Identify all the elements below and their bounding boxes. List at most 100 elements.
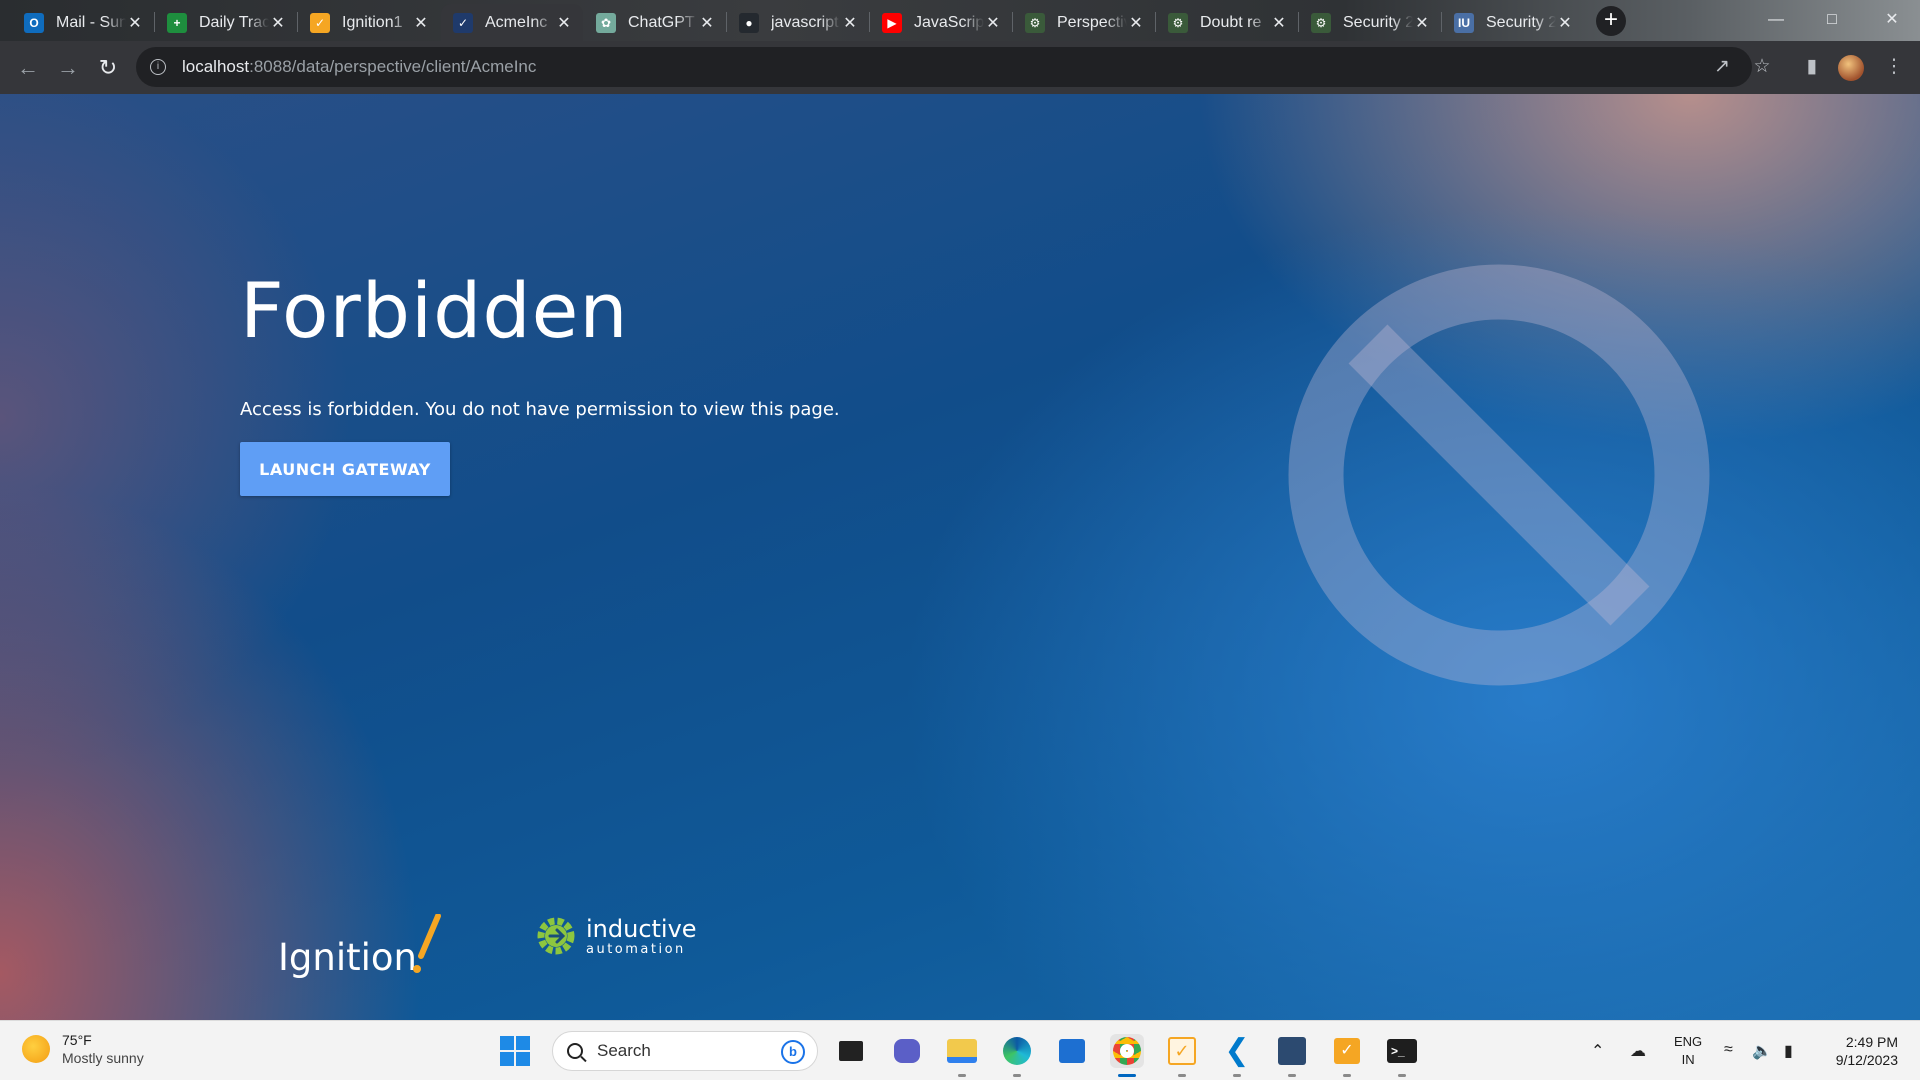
outlook-icon: O [24,12,44,33]
url-path: :8088/data/perspective/client/AcmeInc [249,57,537,76]
browser-tab[interactable]: ▶ JavaScript ✕ [870,4,1012,41]
weather-condition: Mostly sunny [62,1050,144,1066]
tab-title: Perspective [1057,13,1127,31]
file-explorer-icon[interactable] [945,1034,979,1077]
share-icon[interactable]: ↗ [1708,53,1736,81]
tab-title: Security 2 [1486,13,1556,31]
weather-sun-icon [22,1035,50,1063]
task-view-icon[interactable] [834,1034,868,1068]
browser-tab[interactable]: IU Security 2 ✕ [1442,4,1584,41]
ignition-designer-icon[interactable]: ✓ [1165,1034,1199,1077]
tab-close-icon[interactable]: ✕ [1556,13,1574,33]
automation-text: automation [586,941,686,957]
ignition-icon: ✓ [310,12,330,33]
chatgpt-icon: ✿ [596,12,616,33]
browser-tab[interactable]: ⚙ Doubt re ✕ [1156,4,1298,41]
tab-strip: OMail - Sun✕+Daily Tracker✕✓Ignition1✕✓A… [0,0,1920,41]
tab-title: ChatGPT [628,13,695,31]
tab-close-icon[interactable]: ✕ [412,13,430,33]
browser-tab[interactable]: ⚙ Perspective✕ [1013,4,1155,41]
url-host: localhost [182,57,250,76]
search-placeholder: Search [597,1041,651,1060]
side-panel-icon[interactable]: ▮ [1798,53,1826,81]
tab-title: javascript [771,13,839,31]
forward-button[interactable]: → [52,52,84,84]
search-icon [567,1043,583,1059]
bing-icon[interactable]: b [781,1040,805,1064]
teams-chat-icon[interactable] [890,1034,924,1068]
iu-icon: IU [1454,12,1474,33]
tab-close-icon[interactable]: ✕ [1127,13,1145,33]
tab-title: AcmeInc [485,13,548,31]
tab-title: JavaScript [914,13,984,31]
reload-button[interactable]: ↻ [92,52,124,84]
weather-temp: 75°F [62,1032,92,1048]
tab-close-icon[interactable]: ✕ [126,13,144,33]
perspective-icon: ✓ [453,12,473,33]
terminal-icon[interactable]: >_ [1385,1034,1419,1077]
tab-title: Daily Tracker [199,13,269,31]
profile-avatar[interactable] [1838,55,1864,81]
browser-toolbar: ← → ↻ i localhost:8088/data/perspective/… [0,41,1920,94]
taskbar-search[interactable]: Search b [552,1031,818,1071]
clock-date: 9/12/2023 [1835,1052,1898,1068]
ignition-logo: Ignition [278,913,448,991]
minimize-button[interactable]: — [1756,6,1796,34]
perspective-workstation-icon[interactable] [1275,1034,1309,1077]
tab-title: Ignition1 [342,13,403,31]
ignition-launcher-icon[interactable]: ✓ [1330,1034,1364,1077]
page-title: Forbidden [240,266,629,355]
tab-close-icon[interactable]: ✕ [841,13,859,33]
browser-tab[interactable]: ✿ ChatGPT ✕ [584,4,726,41]
tab-close-icon[interactable]: ✕ [984,13,1002,33]
tab-close-icon[interactable]: ✕ [698,13,716,33]
back-button[interactable]: ← [12,52,44,84]
browser-tab[interactable]: ✓ Ignition1 ✕ [298,4,440,41]
browser-tab[interactable]: ✓ AcmeInc ✕ [441,4,583,41]
onedrive-cloud-icon[interactable]: ☁ [1630,1041,1646,1061]
ms-store-icon[interactable] [1055,1034,1089,1068]
close-window-button[interactable]: ✕ [1872,6,1912,34]
weather-widget[interactable]: 75°F Mostly sunny [22,1031,144,1067]
youtube-icon: ▶ [882,12,902,33]
edge-icon[interactable] [1000,1034,1034,1077]
menu-kebab-icon[interactable]: ⋮ [1880,53,1908,81]
tab-title: Mail - Sun [56,13,126,31]
battery-icon[interactable]: ▮ [1784,1041,1793,1061]
taskbar: 75°F Mostly sunny Search b ✓ ❮ ✓ >_ ⌃ ☁ … [0,1020,1920,1080]
address-bar[interactable]: i localhost:8088/data/perspective/client… [136,47,1752,87]
tab-title: Security 2 [1343,13,1413,31]
bookmark-star-icon[interactable]: ☆ [1748,53,1776,81]
tab-close-icon[interactable]: ✕ [1413,13,1431,33]
system-clock[interactable]: 2:49 PM 9/12/2023 [1812,1033,1898,1069]
inductive-text: inductive [586,914,697,943]
chrome-icon[interactable] [1110,1034,1144,1077]
wifi-icon[interactable]: ≈ [1724,1041,1733,1059]
region-code: IN [1681,1052,1695,1067]
tab-close-icon[interactable]: ✕ [555,13,573,33]
maximize-button[interactable]: □ [1812,6,1852,34]
inductive-gear-icon: ⚙ [1311,12,1331,33]
inductive-gear-icon: ⚙ [1025,12,1045,33]
browser-tab[interactable]: ● javascript ✕ [727,4,869,41]
tab-close-icon[interactable]: ✕ [1270,13,1288,33]
vscode-icon[interactable]: ❮ [1220,1034,1254,1077]
language-indicator[interactable]: ENG IN [1674,1033,1702,1069]
browser-tab[interactable]: ⚙ Security 2 ✕ [1299,4,1441,41]
browser-tab[interactable]: O Mail - Sun ✕ [12,4,154,41]
browser-tab[interactable]: + Daily Tracker✕ [155,4,297,41]
ignition-logo-text: Ignition [278,936,417,979]
launch-gateway-button[interactable]: LAUNCH GATEWAY [240,442,450,496]
screen: OMail - Sun✕+Daily Tracker✕✓Ignition1✕✓A… [0,0,1920,1080]
new-tab-button[interactable]: + [1596,6,1626,36]
language-code: ENG [1674,1034,1703,1049]
tab-close-icon[interactable]: ✕ [269,13,287,33]
tab-title: Doubt re [1200,13,1262,31]
inductive-gear-icon [537,917,575,955]
inductive-automation-logo: inductive automation [534,914,697,958]
volume-icon[interactable]: 🔈 [1752,1041,1772,1061]
chevron-up-icon[interactable]: ⌃ [1591,1041,1604,1061]
site-info-icon[interactable]: i [150,59,166,75]
windows-start-icon[interactable] [500,1036,530,1066]
github-icon: ● [739,12,759,33]
